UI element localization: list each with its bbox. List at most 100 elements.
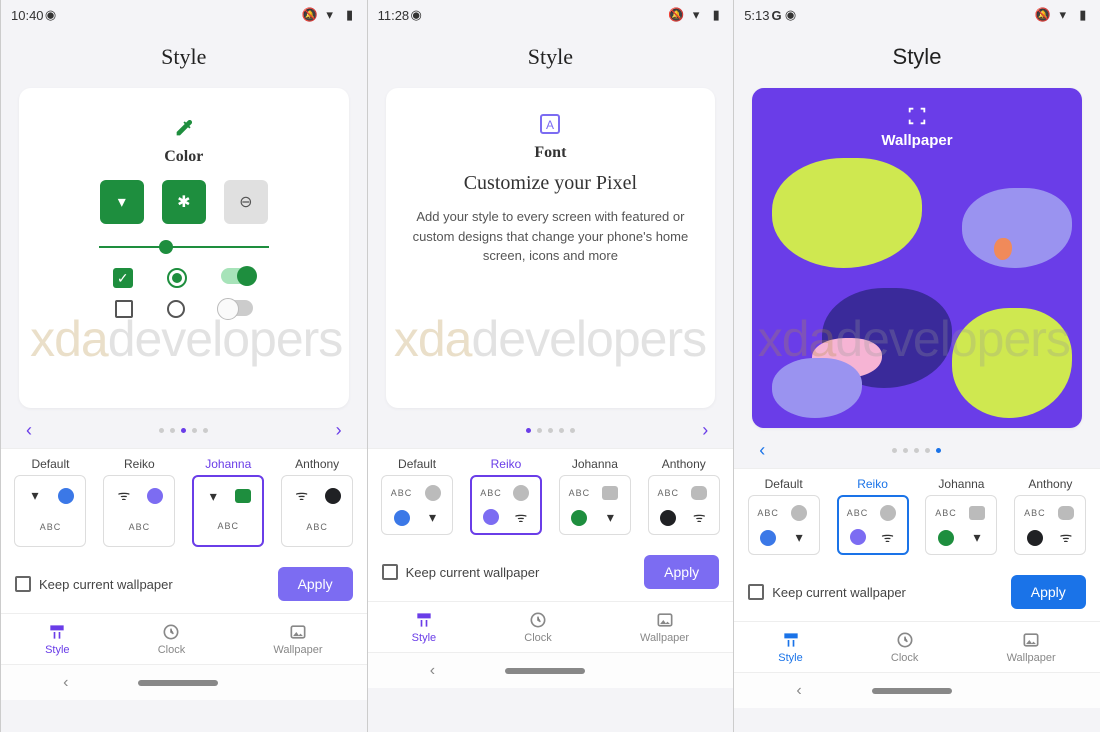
wifi-icon: ▾	[210, 488, 217, 505]
apply-button[interactable]: Apply	[644, 555, 719, 589]
shape-dot	[791, 505, 807, 521]
battery-icon: ▮	[1076, 8, 1090, 22]
pager-dots	[526, 428, 575, 433]
theme-johanna[interactable]: Johanna ▾ ABC	[189, 457, 268, 547]
dnd-icon: ◉	[784, 8, 798, 22]
theme-johanna[interactable]: Johanna ABC ▾	[555, 457, 634, 535]
wifi-icon: ▾	[31, 487, 38, 504]
font-icon: A	[536, 110, 564, 138]
accent-dot	[760, 530, 776, 546]
nav-back-icon[interactable]: ‹	[430, 662, 435, 680]
dnd-icon: ◉	[44, 8, 58, 22]
shape-squircle	[1058, 506, 1074, 520]
android-navbar: ‹	[734, 672, 1100, 708]
accent-dot	[850, 529, 866, 545]
preview-card-font[interactable]: A Font Customize your Pixel Add your sty…	[386, 88, 716, 408]
theme-reiko[interactable]: Reiko ABC ᯤ	[833, 477, 912, 555]
page-title: Style	[734, 30, 1100, 88]
shape-dot	[425, 485, 441, 501]
page-title: Style	[368, 30, 734, 88]
tab-clock[interactable]: Clock	[158, 622, 186, 656]
theme-default[interactable]: Default ABC ▾	[744, 477, 823, 555]
accent-dot	[325, 488, 341, 504]
tab-style[interactable]: Style	[412, 610, 436, 644]
tab-clock[interactable]: Clock	[891, 630, 919, 664]
google-icon: G	[770, 8, 784, 22]
wallpaper-scan-icon	[903, 102, 931, 130]
wifi-icon: ᯤ	[295, 486, 308, 505]
nav-home-pill[interactable]	[138, 680, 218, 686]
accent-dot	[394, 510, 410, 526]
pager-prev-button[interactable]: ‹	[17, 418, 41, 442]
screen-2: 11:28 ◉ 🔕 ▾ ▮ Style A Font Customize you…	[367, 0, 734, 732]
accent-square	[235, 489, 251, 503]
tab-clock[interactable]: Clock	[524, 610, 552, 644]
status-time: 10:40	[11, 8, 44, 23]
apply-button[interactable]: Apply	[1011, 575, 1086, 609]
pager-prev-button[interactable]: ‹	[750, 438, 774, 462]
radio-off-icon	[167, 300, 185, 318]
theme-anthony[interactable]: Anthony ᯤ ABC	[278, 457, 357, 547]
screen-3: 5:13 G ◉ 🔕 ▾ ▮ Style Wallpaper ‹	[733, 0, 1100, 732]
keep-wallpaper-checkbox[interactable]: Keep current wallpaper	[382, 564, 540, 580]
theme-reiko[interactable]: Reiko ᯤ ABC	[100, 457, 179, 547]
keep-wallpaper-checkbox[interactable]: Keep current wallpaper	[748, 584, 906, 600]
wifi-icon: ᯤ	[1059, 528, 1072, 547]
checkbox-on-icon: ✓	[113, 268, 133, 288]
theme-johanna[interactable]: Johanna ABC ▾	[922, 477, 1001, 555]
radio-on-icon	[167, 268, 187, 288]
theme-default[interactable]: Default ▾ ABC	[11, 457, 90, 547]
bell-off-icon: 🔕	[303, 8, 317, 22]
card-label: Color	[37, 148, 331, 166]
theme-anthony[interactable]: Anthony ABC ᯤ	[644, 457, 723, 535]
card-label: Wallpaper	[752, 132, 1082, 149]
preview-card-color[interactable]: Color ▾ ✱ ⊖ ✓	[19, 88, 349, 408]
pager-next-button[interactable]: ›	[327, 418, 351, 442]
theme-default[interactable]: Default ABC ▾	[378, 457, 457, 535]
pager-next-button[interactable]: ›	[693, 418, 717, 442]
theme-list: Default ▾ ABC Reiko ᯤ ABC Johanna ▾ ABC	[1, 448, 367, 557]
theme-anthony[interactable]: Anthony ABC ᯤ	[1011, 477, 1090, 555]
quicksettings-bluetooth-icon: ✱	[162, 180, 206, 224]
theme-list: Default ABC ▾ Reiko ABC ᯤ Johanna ABC	[368, 448, 734, 545]
nav-home-pill[interactable]	[872, 688, 952, 694]
wifi-icon: ▾	[1056, 8, 1070, 22]
status-bar: 11:28 ◉ 🔕 ▾ ▮	[368, 0, 734, 30]
card-label: Font	[404, 144, 698, 162]
shape-squircle	[691, 486, 707, 500]
keep-wallpaper-checkbox[interactable]: Keep current wallpaper	[15, 576, 173, 592]
apply-button[interactable]: Apply	[278, 567, 353, 601]
page-title: Style	[1, 30, 367, 88]
wifi-icon: ▾	[429, 509, 436, 526]
checkbox-off-icon	[115, 300, 133, 318]
wifi-icon: ▾	[323, 8, 337, 22]
accent-dot	[58, 488, 74, 504]
theme-reiko[interactable]: Reiko ABC ᯤ	[467, 457, 546, 535]
shape-dot	[880, 505, 896, 521]
accent-dot	[938, 530, 954, 546]
nav-back-icon[interactable]: ‹	[63, 674, 68, 692]
nav-back-icon[interactable]: ‹	[796, 682, 801, 700]
battery-icon: ▮	[709, 8, 723, 22]
switch-off-icon	[219, 300, 253, 316]
preview-card-wallpaper[interactable]: Wallpaper	[752, 88, 1082, 428]
pager-dots	[892, 448, 941, 453]
accent-dot	[1027, 530, 1043, 546]
tab-wallpaper[interactable]: Wallpaper	[640, 610, 689, 644]
screen-1: 10:40 ◉ 🔕 ▾ ▮ Style Color ▾ ✱ ⊖ ✓	[0, 0, 367, 732]
wifi-icon: ᯤ	[117, 486, 130, 505]
nav-home-pill[interactable]	[505, 668, 585, 674]
quicksettings-wifi-icon: ▾	[100, 180, 144, 224]
android-navbar: ‹	[368, 652, 734, 688]
android-navbar: ‹	[1, 664, 367, 700]
tab-wallpaper[interactable]: Wallpaper	[1007, 630, 1056, 664]
slider-preview	[99, 246, 269, 248]
shape-square	[602, 486, 618, 500]
accent-dot	[571, 510, 587, 526]
bell-off-icon: 🔕	[1036, 8, 1050, 22]
tab-style[interactable]: Style	[778, 630, 802, 664]
tab-wallpaper[interactable]: Wallpaper	[273, 622, 322, 656]
tab-style[interactable]: Style	[45, 622, 69, 656]
accent-dot	[147, 488, 163, 504]
wifi-icon: ▾	[689, 8, 703, 22]
